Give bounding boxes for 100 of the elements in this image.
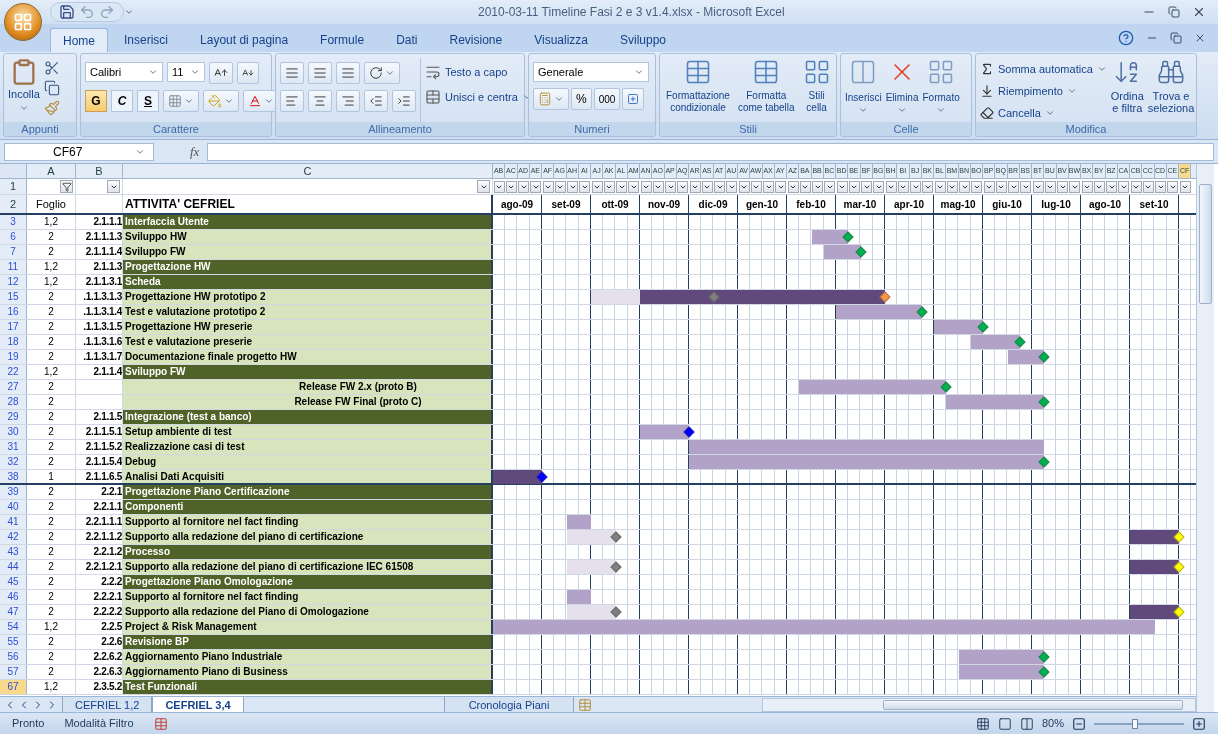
- row-header[interactable]: 47: [0, 605, 27, 619]
- row-header[interactable]: 67: [0, 680, 27, 694]
- filter-button[interactable]: [1106, 180, 1118, 193]
- ribbon-tab[interactable]: Formule: [308, 28, 377, 52]
- filter-button[interactable]: [603, 180, 615, 193]
- row-header[interactable]: 30: [0, 425, 27, 439]
- row-header[interactable]: 11: [0, 260, 27, 274]
- row-header[interactable]: 45: [0, 575, 27, 589]
- filter-button[interactable]: [1008, 180, 1020, 193]
- editing-button[interactable]: Riempimento: [980, 82, 1107, 100]
- filter-button[interactable]: [799, 180, 811, 193]
- row-header[interactable]: 2: [0, 195, 27, 213]
- align-left-button[interactable]: [280, 90, 304, 112]
- ribbon-tab[interactable]: Home: [50, 28, 108, 52]
- filter-button[interactable]: [1167, 180, 1179, 193]
- filter-button[interactable]: [1032, 180, 1044, 193]
- save-icon[interactable]: [59, 4, 75, 20]
- filter-button[interactable]: [530, 180, 542, 193]
- column-header[interactable]: B: [76, 164, 123, 178]
- style-button[interactable]: Formattazione condizionale: [664, 58, 732, 122]
- orientation-button[interactable]: [364, 62, 400, 84]
- ribbon-tab[interactable]: Visualizza: [522, 28, 600, 52]
- row-header[interactable]: 28: [0, 395, 27, 409]
- row-header[interactable]: 1: [0, 179, 27, 194]
- filter-button[interactable]: [542, 180, 554, 193]
- indent-button[interactable]: [392, 90, 416, 112]
- row-header[interactable]: 56: [0, 650, 27, 664]
- filter-button[interactable]: [750, 180, 762, 193]
- row-header[interactable]: 12: [0, 275, 27, 289]
- zoom-slider[interactable]: [1094, 718, 1184, 729]
- filter-button[interactable]: [640, 180, 652, 193]
- row-header[interactable]: 19: [0, 350, 27, 364]
- align-middle-button[interactable]: [308, 62, 332, 84]
- filter-button[interactable]: [677, 180, 689, 193]
- formula-field[interactable]: [207, 142, 1214, 161]
- filter-button[interactable]: [505, 180, 517, 193]
- ribbon-tab[interactable]: Layout di pagina: [188, 28, 301, 52]
- editing-button[interactable]: Somma automatica: [980, 60, 1107, 78]
- filter-button[interactable]: [946, 180, 958, 193]
- filter-button[interactable]: [579, 180, 591, 193]
- number-format-field[interactable]: Generale: [533, 62, 649, 82]
- row-header[interactable]: 17: [0, 320, 27, 334]
- row-header[interactable]: 55: [0, 635, 27, 649]
- cells-button[interactable]: Formato: [922, 58, 960, 122]
- filter-button[interactable]: [1044, 180, 1056, 193]
- style-button[interactable]: Stili cella: [800, 58, 833, 122]
- underline-button[interactable]: S: [137, 90, 159, 112]
- sheet-tab[interactable]: Cronologia Piani: [443, 696, 575, 713]
- scroll-thumb[interactable]: [1199, 184, 1212, 304]
- row-header[interactable]: 44: [0, 560, 27, 574]
- name-box[interactable]: CF67: [4, 142, 154, 161]
- scroll-thumb[interactable]: [883, 699, 1184, 710]
- outdent-button[interactable]: [364, 90, 388, 112]
- filter-button[interactable]: [518, 180, 530, 193]
- row-header[interactable]: 31: [0, 440, 27, 454]
- filter-button[interactable]: [910, 180, 922, 193]
- zoom-in-icon[interactable]: [1192, 716, 1206, 731]
- row-header[interactable]: 57: [0, 665, 27, 679]
- filter-button[interactable]: [812, 180, 824, 193]
- filter-button[interactable]: [701, 180, 713, 193]
- ribbon-tab[interactable]: Dati: [384, 28, 430, 52]
- row-header[interactable]: 27: [0, 380, 27, 394]
- filter-button[interactable]: [591, 180, 603, 193]
- sheet-tab[interactable]: CEFRIEL 3,4: [152, 696, 244, 713]
- filter-button[interactable]: [1155, 180, 1167, 193]
- filter-button[interactable]: [714, 180, 726, 193]
- row-header[interactable]: 22: [0, 365, 27, 379]
- filter-button[interactable]: [983, 180, 995, 193]
- align-bottom-button[interactable]: [336, 62, 360, 84]
- filter-button[interactable]: [689, 180, 701, 193]
- bold-button[interactable]: G: [85, 90, 107, 112]
- ribbon-tab[interactable]: Revisione: [437, 28, 515, 52]
- filter-button[interactable]: [971, 180, 983, 193]
- row-header[interactable]: 15: [0, 290, 27, 304]
- editing-large-button[interactable]: Ordina e filtra: [1110, 58, 1144, 122]
- row-header[interactable]: 29: [0, 410, 27, 424]
- row-header[interactable]: 7: [0, 245, 27, 259]
- filter-button[interactable]: [628, 180, 640, 193]
- horizontal-scrollbar[interactable]: [762, 697, 1196, 712]
- merge-button[interactable]: Unisci e centra: [425, 88, 532, 105]
- percent-button[interactable]: %: [571, 88, 592, 110]
- cells-button[interactable]: Inserisci: [845, 58, 882, 122]
- filter-button[interactable]: [1142, 180, 1154, 193]
- editing-large-button[interactable]: Trova e seleziona: [1147, 58, 1195, 122]
- filter-button[interactable]: [60, 180, 73, 193]
- fill-color-button[interactable]: [203, 90, 239, 112]
- filter-button[interactable]: [1118, 180, 1130, 193]
- align-top-button[interactable]: [280, 62, 304, 84]
- grow-font-button[interactable]: [209, 62, 233, 84]
- paste-button[interactable]: Incolla: [8, 58, 40, 122]
- row-header[interactable]: 43: [0, 545, 27, 559]
- filter-button[interactable]: [1130, 180, 1142, 193]
- filter-button[interactable]: [107, 180, 120, 193]
- align-right-button[interactable]: [336, 90, 360, 112]
- filter-button[interactable]: [652, 180, 664, 193]
- filter-button[interactable]: [477, 180, 490, 193]
- italic-button[interactable]: C: [111, 90, 133, 112]
- row-header[interactable]: 38: [0, 470, 27, 483]
- filter-button[interactable]: [934, 180, 946, 193]
- row-header[interactable]: 41: [0, 515, 27, 529]
